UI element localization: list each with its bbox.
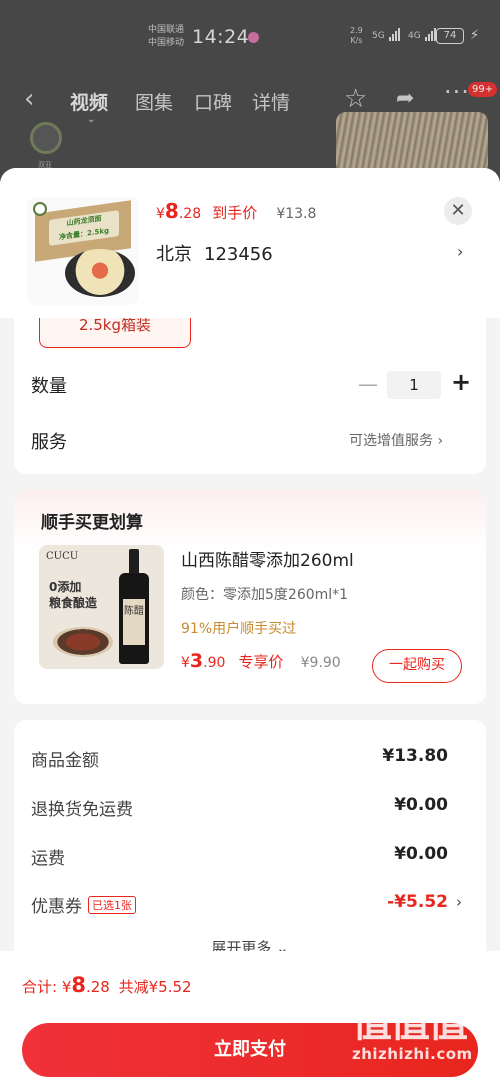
product-image[interactable]: 山药龙须面 净含量：2.5kg [27, 197, 139, 305]
addon-price-currency: ¥ [181, 655, 190, 671]
dish-graphic [53, 627, 113, 657]
bottle-label: 陈醋 [123, 599, 145, 645]
share-icon[interactable]: ➦ [396, 86, 414, 111]
addon-price-tag: 专享价 [238, 653, 284, 671]
summary-value-goods: ¥13.80 [382, 746, 448, 766]
address-code: 123456 [204, 244, 273, 265]
shop-logo [30, 122, 62, 154]
clock: 14:24 [192, 26, 250, 48]
addon-price-decimal: .90 [203, 655, 226, 671]
signal-4g-label: 4G [408, 31, 421, 41]
addon-original-price: ¥9.90 [300, 655, 341, 671]
order-summary: 商品金额 ¥13.80 退换货免运费 ¥0.00 运费 ¥0.00 优惠券 已选1… [14, 720, 486, 980]
network-speed: 2.9 K/s [350, 26, 363, 46]
summary-label-shipping: 运费 [31, 849, 65, 869]
watermark: 值值值 zhizhizhi.com [352, 1001, 473, 1063]
quantity-label: 数量 [31, 376, 67, 397]
brand-logo [33, 202, 47, 216]
tab-video[interactable]: 视频 [70, 88, 108, 115]
chevron-right-icon[interactable]: › [456, 893, 462, 911]
carrier-1: 中国联通 [148, 25, 185, 35]
price-decimal: .28 [178, 206, 202, 222]
star-icon[interactable]: ☆ [344, 84, 367, 114]
addon-brand: CUCU [46, 551, 79, 562]
addon-title: 顺手买更划算 [41, 513, 143, 533]
addon-image-text: 0添加 粮食酿造 [49, 579, 97, 611]
addon-price-integer: 3 [189, 650, 204, 672]
signal-4g: 4G [408, 28, 436, 41]
total-integer: 8 [71, 973, 86, 997]
chevron-right-icon: › [437, 433, 444, 449]
minus-icon[interactable]: — [358, 372, 378, 396]
tab-gallery[interactable]: 图集 [135, 88, 173, 115]
signal-bars-icon [424, 28, 436, 41]
price-tag: 到手价 [212, 204, 258, 222]
chevron-down-icon: ⌄ [87, 114, 96, 125]
speed-unit: K/s [350, 36, 363, 45]
summary-label-return: 退换货免运费 [31, 800, 133, 820]
carrier-names: 中国联通 中国移动 [148, 24, 184, 50]
addon-image-line-2: 粮食酿造 [49, 596, 98, 610]
summary-label-goods: 商品金额 [31, 751, 99, 771]
addon-name[interactable]: 山西陈醋零添加260ml [181, 546, 354, 571]
noodle-bowl-graphic [65, 249, 135, 297]
address[interactable]: 北京 123456 [156, 240, 273, 266]
total-line: 合计: ¥8.28 共减¥5.52 [22, 973, 192, 997]
addon-card: 顺手买更划算 CUCU 0添加 粮食酿造 陈醋 山西陈醋零添加260ml 颜色：… [14, 490, 486, 704]
watermark-url: zhizhizhi.com [352, 1045, 473, 1063]
purchase-sheet: 山药龙须面 净含量：2.5kg ¥8.28 到手价 ¥13.8 ✕ 北京 1234… [0, 168, 500, 1083]
service-label: 服务 [31, 432, 67, 453]
addon-color: 颜色：零添加5度260ml*1 [181, 587, 349, 603]
more-icon[interactable]: ··· [444, 78, 470, 106]
buy-together-button[interactable]: 一起购买 [372, 649, 462, 683]
signal-5g: 5G [372, 28, 400, 41]
sheet-header: 山药龙须面 净含量：2.5kg ¥8.28 到手价 ¥13.8 ✕ 北京 1234… [0, 168, 500, 318]
notification-icon [248, 32, 259, 43]
status-bar: 中国联通 中国移动 14:24 2.9 K/s 5G 4G 74 ⚡ [0, 22, 500, 52]
summary-label-coupon: 优惠券 [31, 897, 82, 917]
close-icon[interactable]: ✕ [444, 197, 472, 225]
plus-icon[interactable]: + [451, 368, 471, 396]
chevron-right-icon[interactable]: › [457, 242, 463, 261]
price-row: ¥8.28 到手价 ¥13.8 [156, 199, 316, 223]
coupon-tag: 已选1张 [88, 896, 136, 914]
quantity-input[interactable]: 1 [387, 371, 441, 399]
battery-icon: 74 [436, 28, 464, 44]
speed-value: 2.9 [350, 26, 363, 35]
charging-icon: ⚡ [470, 28, 480, 43]
watermark-logo: 值值值 [352, 1000, 468, 1046]
addon-image-line-1: 0添加 [49, 580, 82, 594]
address-city: 北京 [156, 244, 192, 265]
summary-value-coupon: -¥5.52 [387, 892, 448, 912]
total-discount: 共减¥5.52 [118, 978, 192, 996]
addon-price: ¥3.90 专享价 ¥9.90 [181, 650, 341, 672]
service-link[interactable]: 可选增值服务 › [349, 430, 443, 450]
coupon-row[interactable]: 优惠券 已选1张 [31, 892, 136, 917]
tab-reviews[interactable]: 口碑 [194, 88, 232, 115]
carrier-2: 中国移动 [148, 38, 185, 48]
bottle-graphic: 陈醋 [119, 549, 149, 664]
summary-value-shipping: ¥0.00 [394, 844, 448, 864]
original-price: ¥13.8 [276, 206, 317, 222]
total-prefix: 合计: ¥ [22, 978, 72, 996]
price-currency: ¥ [156, 206, 165, 222]
price-integer: 8 [164, 199, 179, 223]
signal-bars-icon [388, 28, 400, 41]
summary-value-return: ¥0.00 [394, 795, 448, 815]
tab-details[interactable]: 详情 [252, 88, 290, 115]
total-decimal: .28 [86, 978, 110, 996]
noodle-thumbnail [336, 112, 488, 174]
signal-5g-label: 5G [372, 31, 385, 41]
service-link-text: 可选增值服务 [349, 433, 433, 449]
addon-image[interactable]: CUCU 0添加 粮食酿造 陈醋 [39, 545, 164, 669]
message-badge: 99+ [468, 82, 498, 97]
back-icon[interactable]: ‹ [24, 84, 34, 114]
addon-social-proof: 91%用户顺手买过 [181, 621, 297, 637]
